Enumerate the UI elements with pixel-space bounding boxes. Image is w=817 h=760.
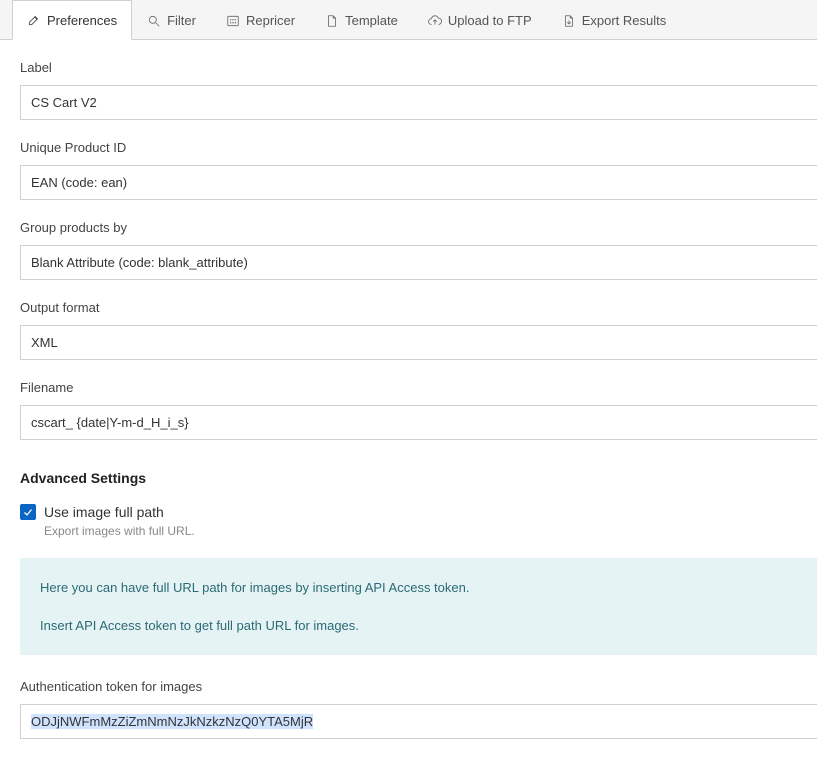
info-text-2: Insert API Access token to get full path… <box>40 616 797 636</box>
tab-upload[interactable]: Upload to FTP <box>413 0 547 40</box>
use-full-path-label[interactable]: Use image full path <box>44 504 164 520</box>
file-icon <box>325 14 339 28</box>
field-auth-token: Authentication token for images ODJjNWFm… <box>20 679 817 739</box>
tab-label: Filter <box>167 13 196 28</box>
edit-icon <box>27 13 41 27</box>
group-by-input[interactable] <box>20 245 817 280</box>
use-full-path-checkbox[interactable] <box>20 504 36 520</box>
label-input[interactable] <box>20 85 817 120</box>
field-filename: Filename <box>20 380 817 440</box>
use-full-path-option: Use image full path Export images with f… <box>20 504 817 538</box>
unique-product-id-input[interactable] <box>20 165 817 200</box>
use-full-path-help: Export images with full URL. <box>44 524 817 538</box>
tab-filter[interactable]: Filter <box>132 0 211 40</box>
tab-preferences[interactable]: Preferences <box>12 0 132 40</box>
tab-label: Preferences <box>47 13 117 28</box>
field-output-format: Output format <box>20 300 817 360</box>
label-text: Output format <box>20 300 817 315</box>
label-text: Group products by <box>20 220 817 235</box>
info-box: Here you can have full URL path for imag… <box>20 558 817 655</box>
info-text-1: Here you can have full URL path for imag… <box>40 578 797 598</box>
tab-label: Export Results <box>582 13 667 28</box>
check-icon <box>22 506 34 518</box>
label-text: Authentication token for images <box>20 679 817 694</box>
tab-repricer[interactable]: Repricer <box>211 0 310 40</box>
advanced-settings-heading: Advanced Settings <box>20 470 817 486</box>
preferences-panel: Label Unique Product ID Group products b… <box>0 40 817 739</box>
export-icon <box>562 14 576 28</box>
tab-label: Template <box>345 13 398 28</box>
label-text: Filename <box>20 380 817 395</box>
auth-token-input[interactable]: ODJjNWFmMzZiZmNmNzJkNzkzNzQ0YTA5MjR <box>20 704 817 739</box>
field-label: Label <box>20 60 817 120</box>
tab-template[interactable]: Template <box>310 0 413 40</box>
output-format-input[interactable] <box>20 325 817 360</box>
field-group-by: Group products by <box>20 220 817 280</box>
search-icon <box>147 14 161 28</box>
upload-icon <box>428 14 442 28</box>
label-text: Unique Product ID <box>20 140 817 155</box>
filename-input[interactable] <box>20 405 817 440</box>
tab-export[interactable]: Export Results <box>547 0 682 40</box>
tab-label: Upload to FTP <box>448 13 532 28</box>
tab-bar: Preferences Filter Repricer Template Upl… <box>0 0 817 40</box>
repricer-icon <box>226 14 240 28</box>
tab-label: Repricer <box>246 13 295 28</box>
label-text: Label <box>20 60 817 75</box>
field-unique-product-id: Unique Product ID <box>20 140 817 200</box>
